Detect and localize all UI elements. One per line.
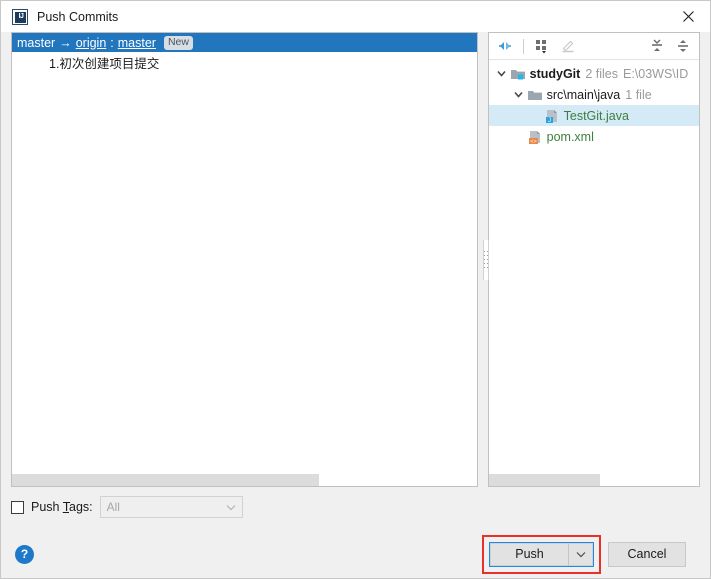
tree-node-path: E:\03WS\ID [622,66,689,81]
push-tags-label[interactable]: Push Tags: [31,500,93,514]
tree-node-name: TestGit.java [563,108,629,123]
tree-row[interactable]: <> pom.xml [489,126,699,147]
push-dropdown-button[interactable] [568,542,593,566]
tree-node-name: src\main\java [546,87,621,102]
help-icon[interactable]: ? [15,544,34,564]
push-split-button: Push [489,541,594,567]
splitter-grip[interactable] [483,239,489,280]
tree-node-file-count: 2 files [585,66,618,81]
push-tags-select: All [99,496,243,518]
tree-row[interactable]: src\main\java 1 file [489,84,699,105]
expand-selection-icon[interactable] [495,36,515,56]
pane-splitter[interactable] [481,32,491,487]
chevron-down-icon [576,551,585,557]
dialog-footer: ? Push Cancel [1,530,710,578]
commit-list[interactable]: master → origin : master New 1.初次创建项目提交 [12,33,477,472]
push-tags-row: Push Tags: All [11,487,700,527]
window-title: Push Commits [37,9,119,24]
module-folder-icon [510,66,526,82]
push-button[interactable]: Push [490,542,568,566]
arrow-icon: → [59,35,72,50]
tree-node-name: studyGit [529,66,581,81]
files-horizontal-scrollbar[interactable] [488,472,699,486]
java-file-icon: J [544,108,560,124]
dialog-content: master → origin : master New 1.初次创建项目提交 [1,32,710,530]
scrollbar-thumb[interactable] [12,474,319,486]
chevron-down-icon[interactable] [511,87,527,103]
push-tags-select-value: All [106,500,120,514]
push-tags-checkbox[interactable] [11,500,24,514]
panes-container: master → origin : master New 1.初次创建项目提交 [11,32,700,487]
commit-message: 1.初次创建项目提交 [49,56,160,71]
new-branch-badge: New [163,35,193,50]
folder-icon [527,87,543,103]
tree-node-file-count: 1 file [625,87,652,102]
scrollbar-thumb[interactable] [488,474,601,486]
remote-link[interactable]: origin [76,36,107,50]
chevron-down-icon [226,504,236,510]
source-branch-label: master [17,35,56,50]
footer-buttons: Push Cancel [482,534,698,574]
cancel-button[interactable]: Cancel [608,541,686,567]
close-icon[interactable] [666,1,710,32]
intellij-idea-icon [12,8,29,25]
changed-files-tree[interactable]: studyGit 2 files E:\03WS\ID src\main\java 1 … [488,60,699,472]
tree-row[interactable]: studyGit 2 files E:\03WS\ID [489,63,699,84]
group-by-icon[interactable] [532,36,552,56]
target-branch-link[interactable]: master [118,36,156,50]
collapse-all-icon[interactable] [673,36,693,56]
commit-row[interactable]: 1.初次创建项目提交 [12,52,477,72]
separator-label: : [110,35,114,50]
svg-text:<>: <> [530,139,536,145]
push-commits-dialog: Push Commits master → origin : master [0,0,711,579]
push-button-highlight: Push [482,534,601,574]
toolbar-separator [522,38,524,54]
tree-node-name: pom.xml [546,129,594,144]
expand-all-icon[interactable] [647,36,667,56]
xml-file-icon: <> [527,129,543,145]
title-bar-left: Push Commits [1,8,119,25]
commits-panel: master → origin : master New 1.初次创建项目提交 [11,32,478,487]
files-toolbar [488,33,699,60]
commits-horizontal-scrollbar[interactable] [12,472,477,486]
svg-text:J: J [548,118,551,124]
edit-source-icon [558,36,578,56]
files-panel: studyGit 2 files E:\03WS\ID src\main\java 1 … [487,32,700,487]
repository-row[interactable]: master → origin : master New [12,33,477,52]
chevron-down-icon[interactable] [494,66,510,82]
title-bar: Push Commits [1,1,710,32]
tree-row[interactable]: J TestGit.java [488,105,699,126]
